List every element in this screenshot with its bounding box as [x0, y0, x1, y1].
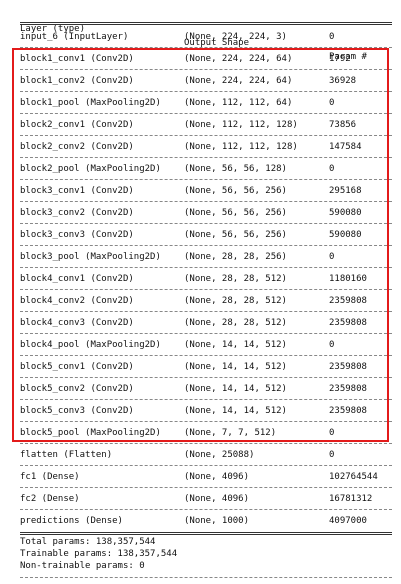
summary-divider-bottom	[20, 577, 392, 578]
layer-name: input_6 (InputLayer)	[20, 32, 129, 42]
table-header: Layer (type) Output Shape Param #	[0, 8, 401, 62]
row-separator	[20, 509, 392, 510]
layer-name: predictions (Dense)	[20, 516, 123, 526]
table-row: flatten (Flatten) (None, 25088) 0	[0, 448, 401, 462]
highlight-box	[12, 48, 389, 442]
total-params: Total params: 138,357,544	[20, 537, 156, 547]
table-row: fc2 (Dense) (None, 4096) 16781312	[0, 492, 401, 506]
param-count: 0	[329, 450, 335, 460]
row-separator	[20, 465, 392, 466]
param-count: 102764544	[329, 472, 378, 482]
row-separator	[20, 487, 392, 488]
row-separator	[20, 443, 392, 444]
table-row: input_6 (InputLayer) (None, 224, 224, 3) 0	[0, 30, 401, 44]
table-row: predictions (Dense) (None, 1000) 4097000	[0, 514, 401, 528]
trainable-params: Trainable params: 138,357,544	[20, 549, 178, 559]
param-count: 0	[329, 32, 335, 42]
layer-name: fc2 (Dense)	[20, 494, 80, 504]
model-summary: Layer (type) Output Shape Param # input_…	[0, 0, 401, 584]
table-row: fc1 (Dense) (None, 4096) 102764544	[0, 470, 401, 484]
output-shape: (None, 1000)	[184, 516, 250, 526]
output-shape: (None, 4096)	[184, 472, 250, 482]
param-count: 16781312	[329, 494, 373, 504]
layer-name: flatten (Flatten)	[20, 450, 113, 460]
output-shape: (None, 25088)	[184, 450, 255, 460]
layer-name: fc1 (Dense)	[20, 472, 80, 482]
output-shape: (None, 4096)	[184, 494, 250, 504]
non-trainable-params: Non-trainable params: 0	[20, 561, 145, 571]
summary-divider-top	[20, 532, 392, 535]
param-count: 4097000	[329, 516, 367, 526]
header-divider	[20, 22, 392, 25]
output-shape: (None, 224, 224, 3)	[184, 32, 287, 42]
